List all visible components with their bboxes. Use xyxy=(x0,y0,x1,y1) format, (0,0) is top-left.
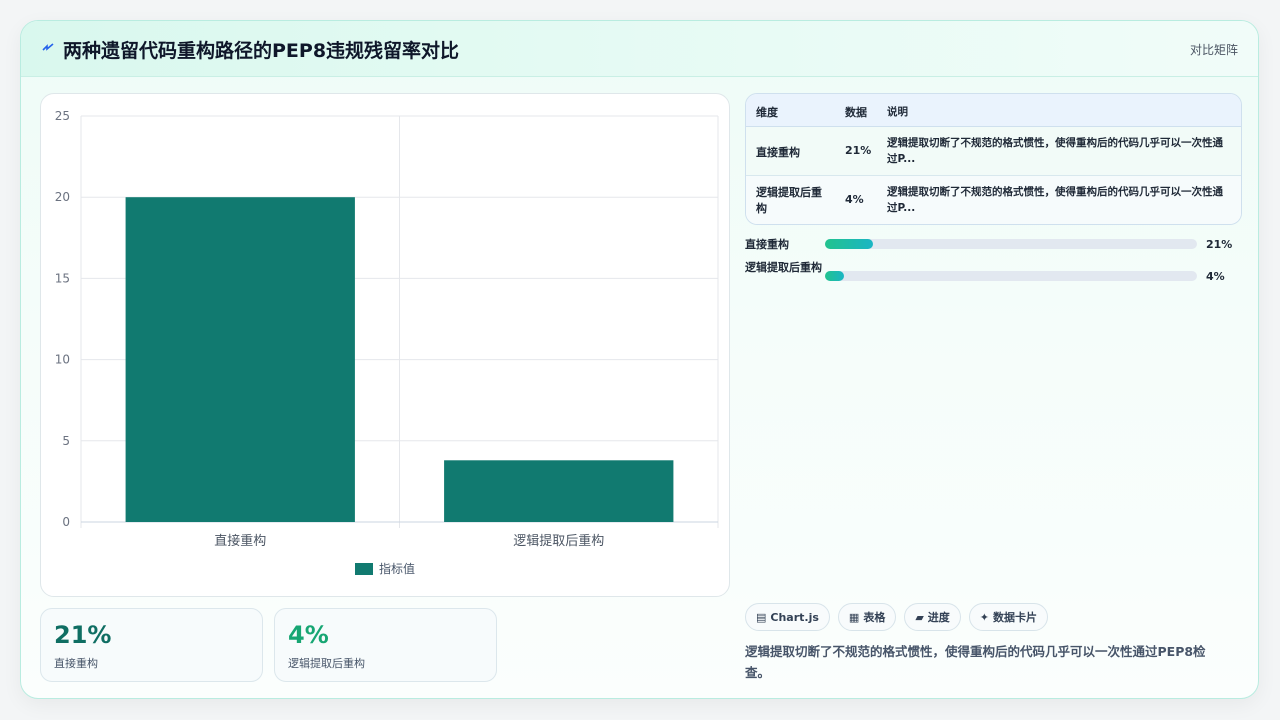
y-tick-label: 20 xyxy=(55,190,70,204)
legend-label: 指标值 xyxy=(379,562,416,576)
chip-label: 进度 xyxy=(927,611,950,624)
lightning-icon xyxy=(42,43,54,51)
table-icon: ▦ xyxy=(848,610,860,624)
progress-track xyxy=(825,239,1197,249)
chart-legend[interactable]: 指标值 xyxy=(355,560,415,577)
chip-data-card[interactable]: ✦ 数据卡片 xyxy=(968,603,1049,631)
progress-row-extracted: 逻辑提取后重构 4% xyxy=(745,261,1235,291)
progress-fill xyxy=(825,239,874,249)
y-tick-label: 15 xyxy=(55,271,70,285)
main-card: 两种遗留代码重构路径的PEP8违规残留率对比 对比矩阵 0 5 10 15 20 25 直接… xyxy=(20,20,1259,699)
bar xyxy=(444,460,674,522)
comparison-matrix-link[interactable]: 对比矩阵 xyxy=(1190,41,1238,58)
y-tick-label: 25 xyxy=(55,109,70,123)
stat-label: 逻辑提取后重构 xyxy=(288,657,365,670)
progress-value: 21% xyxy=(1206,238,1233,251)
chip-label: 表格 xyxy=(863,611,886,624)
chip-chartjs[interactable]: ▤ Chart.js xyxy=(745,603,830,631)
chip-label: 数据卡片 xyxy=(993,611,1038,624)
table-cell-value: 21% xyxy=(845,144,872,157)
stat-label: 直接重构 xyxy=(54,657,98,670)
chip-progress[interactable]: ▰ 进度 xyxy=(904,603,961,631)
y-tick-label: 10 xyxy=(55,353,70,367)
progress-track xyxy=(825,271,1197,281)
table-row: 逻辑提取后重构 4% 逻辑提取切断了不规范的格式惯性，使得重构后的代码几乎可以一… xyxy=(746,176,1241,224)
table-header-cell: 说明 xyxy=(887,106,908,118)
bar xyxy=(125,197,355,522)
page-title: 两种遗留代码重构路径的PEP8违规残留率对比 xyxy=(63,40,460,62)
summary-text: 逻辑提取切断了不规范的格式惯性，使得重构后的代码几乎可以一次性通过PEP8检查。 xyxy=(745,644,1206,680)
progress-icon: ▰ xyxy=(915,610,924,624)
table-header-row: 维度 数据 说明 xyxy=(746,94,1241,127)
header: 两种遗留代码重构路径的PEP8违规残留率对比 对比矩阵 xyxy=(21,21,1258,77)
chart-container: 0 5 10 15 20 25 直接重构 逻辑提取后重构 指标值 xyxy=(40,93,730,597)
progress-value: 4% xyxy=(1206,270,1225,283)
y-tick-label: 0 xyxy=(62,515,70,529)
chip-table[interactable]: ▦ 表格 xyxy=(837,603,897,631)
progress-fill xyxy=(825,271,844,281)
y-tick-label: 5 xyxy=(62,434,70,448)
table-cell-description: 逻辑提取切断了不规范的格式惯性，使得重构后的代码几乎可以一次性通过P... xyxy=(887,186,1223,214)
stat-value: 21% xyxy=(54,621,112,649)
table-row: 直接重构 21% 逻辑提取切断了不规范的格式惯性，使得重构后的代码几乎可以一次性… xyxy=(746,127,1241,176)
table-cell-description: 逻辑提取切断了不规范的格式惯性，使得重构后的代码几乎可以一次性通过P... xyxy=(887,137,1223,165)
x-tick-label: 直接重构 xyxy=(214,533,266,549)
comparison-table: 维度 数据 说明 直接重构 21% 逻辑提取切断了不规范的格式惯性，使得重构后的… xyxy=(745,93,1242,225)
x-tick-label: 逻辑提取后重构 xyxy=(513,533,604,549)
bar-chart: 0 5 10 15 20 25 直接重构 逻辑提取后重构 xyxy=(55,109,719,549)
progress-row-direct: 直接重构 21% xyxy=(745,237,1235,253)
progress-label: 逻辑提取后重构 xyxy=(745,261,822,274)
stat-card-direct: 21% 直接重构 xyxy=(40,608,263,682)
sparkle-icon: ✦ xyxy=(979,610,990,624)
progress-label: 直接重构 xyxy=(745,238,789,251)
table-header-cell: 数据 xyxy=(845,106,867,119)
feature-chips: ▤ Chart.js ▦ 表格 ▰ 进度 ✦ 数据卡片 xyxy=(745,603,1049,631)
chart-icon: ▤ xyxy=(756,610,767,624)
stat-value: 4% xyxy=(288,621,329,649)
table-cell-value: 4% xyxy=(845,193,864,206)
table-header-cell: 维度 xyxy=(756,106,778,119)
stat-card-extracted: 4% 逻辑提取后重构 xyxy=(274,608,497,682)
chip-label: Chart.js xyxy=(770,610,819,624)
table-cell-dimension: 逻辑提取后重构 xyxy=(756,186,822,215)
table-cell-dimension: 直接重构 xyxy=(756,146,800,159)
legend-swatch xyxy=(355,562,373,575)
